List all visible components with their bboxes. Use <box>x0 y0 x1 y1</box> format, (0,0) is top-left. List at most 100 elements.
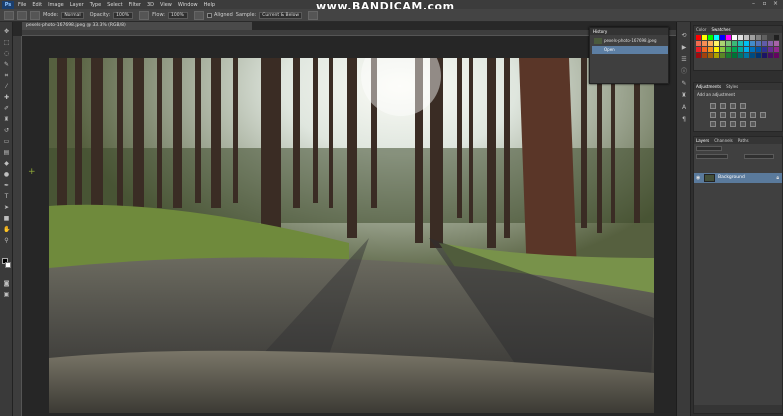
screen-mode-icon[interactable]: ▣ <box>3 291 10 298</box>
clone-stamp-tool-icon[interactable]: ♜ <box>3 116 10 123</box>
quick-select-tool-icon[interactable]: ✎ <box>3 61 10 68</box>
color-swatch[interactable] <box>762 47 767 52</box>
color-swatch[interactable] <box>726 47 731 52</box>
layer-row-background[interactable]: ◉ Background 🔒︎ <box>694 173 782 183</box>
color-swatch[interactable] <box>708 53 713 58</box>
color-swatches[interactable] <box>2 258 12 269</box>
airbrush-icon[interactable] <box>194 10 204 20</box>
menu-file[interactable]: File <box>18 2 26 8</box>
visibility-eye-icon[interactable]: ◉ <box>696 175 700 181</box>
forest-photo[interactable] <box>49 58 654 413</box>
tab-color[interactable]: Color <box>696 27 706 32</box>
close-icon[interactable]: × <box>772 1 779 7</box>
color-swatch[interactable] <box>702 53 707 58</box>
vertical-ruler[interactable] <box>13 36 22 416</box>
color-swatch[interactable] <box>768 35 773 40</box>
restore-icon[interactable]: ▫ <box>761 1 768 7</box>
healing-brush-tool-icon[interactable]: ✚ <box>3 94 10 101</box>
crop-tool-icon[interactable]: ⌗ <box>3 72 10 79</box>
menu-view[interactable]: View <box>160 2 172 8</box>
layer-filter-kind-select[interactable] <box>696 146 722 151</box>
color-swatch[interactable] <box>738 53 743 58</box>
color-swatch[interactable] <box>714 35 719 40</box>
blur-tool-icon[interactable]: ◆ <box>3 160 10 167</box>
gradient-tool-icon[interactable]: ▤ <box>3 149 10 156</box>
selective-color-icon[interactable] <box>750 121 756 127</box>
color-swatch[interactable] <box>732 35 737 40</box>
color-swatch[interactable] <box>708 41 713 46</box>
color-swatch[interactable] <box>756 53 761 58</box>
photo-filter-icon[interactable] <box>750 112 756 118</box>
shape-tool-icon[interactable]: ■ <box>3 215 10 222</box>
color-swatch[interactable] <box>738 41 743 46</box>
color-swatch[interactable] <box>762 41 767 46</box>
menu-window[interactable]: Window <box>178 2 198 8</box>
color-swatch[interactable] <box>702 41 707 46</box>
menu-help[interactable]: Help <box>204 2 215 8</box>
mode-select[interactable]: Normal <box>61 11 84 19</box>
levels-icon[interactable] <box>720 103 726 109</box>
color-swatch[interactable] <box>768 41 773 46</box>
color-swatch[interactable] <box>750 35 755 40</box>
menu-3d[interactable]: 3D <box>147 2 154 8</box>
color-swatch[interactable] <box>708 47 713 52</box>
color-swatch[interactable] <box>696 41 701 46</box>
tab-styles[interactable]: Styles <box>726 84 738 89</box>
threshold-icon[interactable] <box>730 121 736 127</box>
pressure-opacity-icon[interactable] <box>139 10 150 20</box>
color-swatch[interactable] <box>744 35 749 40</box>
aligned-checkbox[interactable] <box>207 12 212 18</box>
ignore-adjustment-layers-icon[interactable] <box>308 10 319 20</box>
menu-image[interactable]: Image <box>48 2 64 8</box>
color-swatch[interactable] <box>768 53 773 58</box>
color-swatch[interactable] <box>714 47 719 52</box>
dodge-tool-icon[interactable]: ● <box>3 171 10 178</box>
history-brush-tool-icon[interactable]: ↺ <box>3 127 10 134</box>
color-swatch[interactable] <box>738 47 743 52</box>
clone-source-icon[interactable] <box>30 10 40 20</box>
marquee-tool-icon[interactable]: ⬚ <box>3 39 10 46</box>
menu-edit[interactable]: Edit <box>32 2 42 8</box>
color-swatch[interactable] <box>744 41 749 46</box>
hand-tool-icon[interactable]: ✋ <box>3 226 10 233</box>
paragraph-panel-icon[interactable]: ¶ <box>680 116 688 124</box>
color-swatch[interactable] <box>696 47 701 52</box>
menu-filter[interactable]: Filter <box>129 2 141 8</box>
clone-source-panel-icon[interactable]: ♜ <box>680 92 688 100</box>
color-swatch[interactable] <box>768 47 773 52</box>
background-color-swatch[interactable] <box>5 262 11 268</box>
menu-layer[interactable]: Layer <box>70 2 84 8</box>
blend-mode-select[interactable] <box>696 154 728 159</box>
color-swatch[interactable] <box>762 35 767 40</box>
path-selection-tool-icon[interactable]: ➤ <box>3 204 10 211</box>
tab-layers[interactable]: Layers <box>696 138 709 143</box>
lasso-tool-icon[interactable]: ◌ <box>3 50 10 57</box>
brightness-contrast-icon[interactable] <box>710 103 716 109</box>
color-swatch[interactable] <box>696 35 701 40</box>
color-swatch[interactable] <box>732 47 737 52</box>
color-swatch[interactable] <box>750 41 755 46</box>
brush-panel-icon[interactable]: ✎ <box>680 80 688 88</box>
color-swatch[interactable] <box>756 41 761 46</box>
color-swatch[interactable] <box>726 53 731 58</box>
color-swatch[interactable] <box>774 41 779 46</box>
tab-paths[interactable]: Paths <box>738 138 749 143</box>
brush-tool-icon[interactable]: ✐ <box>3 105 10 112</box>
curves-icon[interactable] <box>730 103 736 109</box>
color-swatch[interactable] <box>744 47 749 52</box>
tab-history[interactable]: History <box>593 29 607 34</box>
actions-panel-icon[interactable]: ▶ <box>680 44 688 52</box>
color-swatch[interactable] <box>738 35 743 40</box>
invert-icon[interactable] <box>710 121 716 127</box>
character-panel-icon[interactable]: A <box>680 104 688 112</box>
color-swatch[interactable] <box>702 47 707 52</box>
gradient-map-icon[interactable] <box>740 121 746 127</box>
zoom-tool-icon[interactable]: ⚲ <box>3 237 10 244</box>
color-swatch[interactable] <box>774 53 779 58</box>
color-swatch[interactable] <box>732 41 737 46</box>
menu-type[interactable]: Type <box>90 2 101 8</box>
properties-panel-icon[interactable]: ☰ <box>680 56 688 64</box>
info-panel-icon[interactable]: ⓘ <box>680 68 688 76</box>
opacity-field[interactable]: 100% <box>113 11 134 19</box>
color-swatch[interactable] <box>744 53 749 58</box>
